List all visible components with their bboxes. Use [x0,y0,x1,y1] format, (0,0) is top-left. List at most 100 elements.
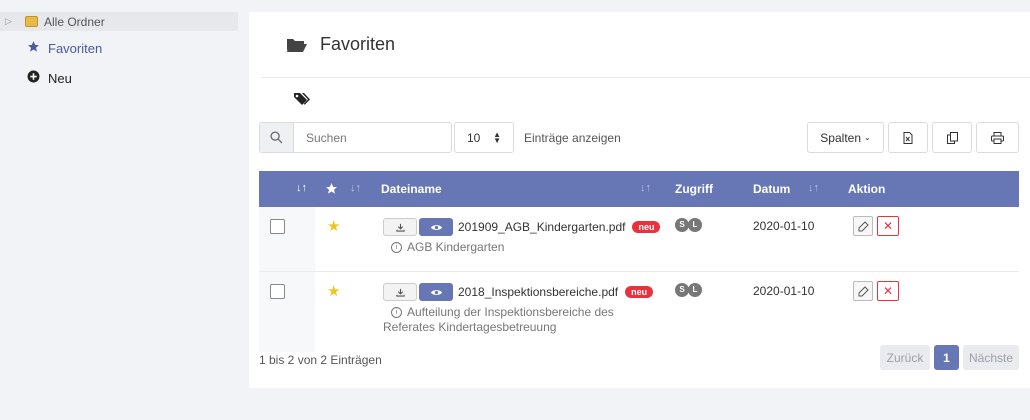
edit-icon [858,220,869,231]
header-date-label: Datum [753,182,791,196]
row-checkbox[interactable] [270,284,285,299]
header-action: Aktion [834,171,1019,207]
columns-button[interactable]: Spalten ⌄ [807,122,884,153]
edit-button[interactable] [853,281,873,301]
plus-circle-icon [26,70,40,86]
file-date: 2020-01-10 [753,219,815,233]
row-favorite-cell: ★ [315,271,371,352]
close-icon: ✕ [882,219,894,233]
table-info: 1 bis 2 von 2 Einträgen [259,353,382,367]
header-date[interactable]: Datum ↓↑ [739,171,834,207]
search-group [259,122,452,153]
file-name-link[interactable]: 201909_AGB_Kindergarten.pdf [458,220,625,234]
file-description: i Aufteilung der Inspektionsbereiche des … [383,305,653,335]
page-size-value: 10 [467,130,481,145]
star-icon [325,182,338,198]
row-date-cell: 2020-01-10 [739,271,834,352]
header-access-label: Zugriff [675,182,713,196]
header-filename[interactable]: Dateiname ↓↑ [371,171,661,207]
close-icon: ✕ [882,284,894,298]
pagination-next-button[interactable]: Nächste [963,345,1019,370]
sort-icon[interactable]: ↓↑ [808,182,819,194]
row-date-cell: 2020-01-10 [739,207,834,272]
header-favorite[interactable]: ↓↑ [315,171,371,207]
sidebar-item-favoriten[interactable]: Favoriten [26,40,102,56]
page-size-select[interactable]: 10 ▲ ▼ [454,122,514,153]
access-badge-s: S [675,218,689,232]
row-access-cell: SL [661,271,739,352]
download-icon [395,288,405,297]
print-button[interactable] [976,122,1019,153]
sort-icon[interactable]: ↓↑ [296,182,307,194]
download-button[interactable] [383,218,417,236]
favorite-star-icon[interactable]: ★ [327,282,340,300]
table-row: ★ 201909_AGB_Kindergarten.pdf neu i AGB Ki… [259,207,1019,272]
row-select-cell [259,271,315,352]
sort-icon[interactable]: ↓↑ [640,182,651,194]
access-badge-s: S [675,283,689,297]
sidebar-item-label: Neu [48,70,72,86]
view-button[interactable] [419,218,453,236]
row-file-cell: 201909_AGB_Kindergarten.pdf neu i AGB Kind… [371,207,661,272]
row-select-cell [259,207,315,272]
search-input[interactable] [294,123,448,152]
new-badge: neu [625,286,654,298]
page-title: Favoriten [286,34,395,55]
info-icon: i [391,307,402,319]
pagination-prev-label: Zurück [886,350,924,365]
access-badge-l: L [688,283,702,297]
search-icon [260,123,294,152]
file-description-text: AGB Kindergarten [407,240,505,254]
row-action-cell: ✕ [834,207,1019,272]
star-icon [26,40,40,56]
edit-button[interactable] [853,216,873,236]
sort-select-icon: ▲ ▼ [493,129,501,145]
row-action-cell: ✕ [834,271,1019,352]
edit-icon [858,285,869,296]
delete-button[interactable]: ✕ [877,281,899,301]
entries-label: Einträge anzeigen [524,131,621,145]
chevron-down-icon: ⌄ [864,133,871,142]
table-row: ★ 2018_Inspektionsbereiche.pdf neu i Aufte… [259,271,1019,352]
page-title-text: Favoriten [320,34,396,54]
tree-root-row[interactable]: ▷ Alle Ordner [0,12,238,31]
export-excel-button[interactable] [888,122,928,153]
pagination-prev-button[interactable]: Zurück [880,345,930,370]
view-button[interactable] [419,283,453,301]
sidebar-item-neu[interactable]: Neu [26,70,72,86]
file-name-link[interactable]: 2018_Inspektionsbereiche.pdf [458,285,618,299]
pagination-page-1[interactable]: 1 [934,345,959,370]
tags-icon[interactable] [293,92,310,108]
new-badge: neu [632,221,661,233]
copy-button[interactable] [932,122,972,153]
row-access-cell: SL [661,207,739,272]
folder-open-icon [287,38,307,52]
row-checkbox[interactable] [270,219,285,234]
file-date: 2020-01-10 [753,284,815,298]
sort-icon[interactable]: ↓↑ [350,182,361,194]
header-access[interactable]: Zugriff [661,171,739,207]
folder-icon [25,16,38,27]
info-icon: i [391,242,402,254]
eye-icon [430,289,442,295]
download-button[interactable] [383,283,417,301]
file-description: i AGB Kindergarten [383,240,661,255]
file-excel-icon [903,131,913,144]
files-table: ↓↑ ↓↑ Dateiname ↓↑ Zugriff Datum ↓↑ Akti… [259,171,1019,352]
download-icon [395,223,405,232]
header-select[interactable]: ↓↑ [259,171,315,207]
table-header-row: ↓↑ ↓↑ Dateiname ↓↑ Zugriff Datum ↓↑ Akti… [259,171,1019,207]
sidebar: ▷ Alle Ordner Favoriten Neu [0,0,240,420]
main-panel: Favoriten 10 ▲▼ Einträge anzeigen Spalte… [249,12,1030,388]
copy-icon [946,131,958,144]
columns-button-label: Spalten [820,130,861,145]
pagination-page-label: 1 [943,350,950,365]
header-action-label: Aktion [848,182,886,196]
favorite-star-icon[interactable]: ★ [327,217,340,235]
delete-button[interactable]: ✕ [877,216,899,236]
row-favorite-cell: ★ [315,207,371,272]
expand-triangle-icon[interactable]: ▷ [5,16,17,27]
file-description-text: Aufteilung der Inspektionsbereiche des R… [383,305,614,334]
eye-icon [430,224,442,230]
access-badge-l: L [688,218,702,232]
